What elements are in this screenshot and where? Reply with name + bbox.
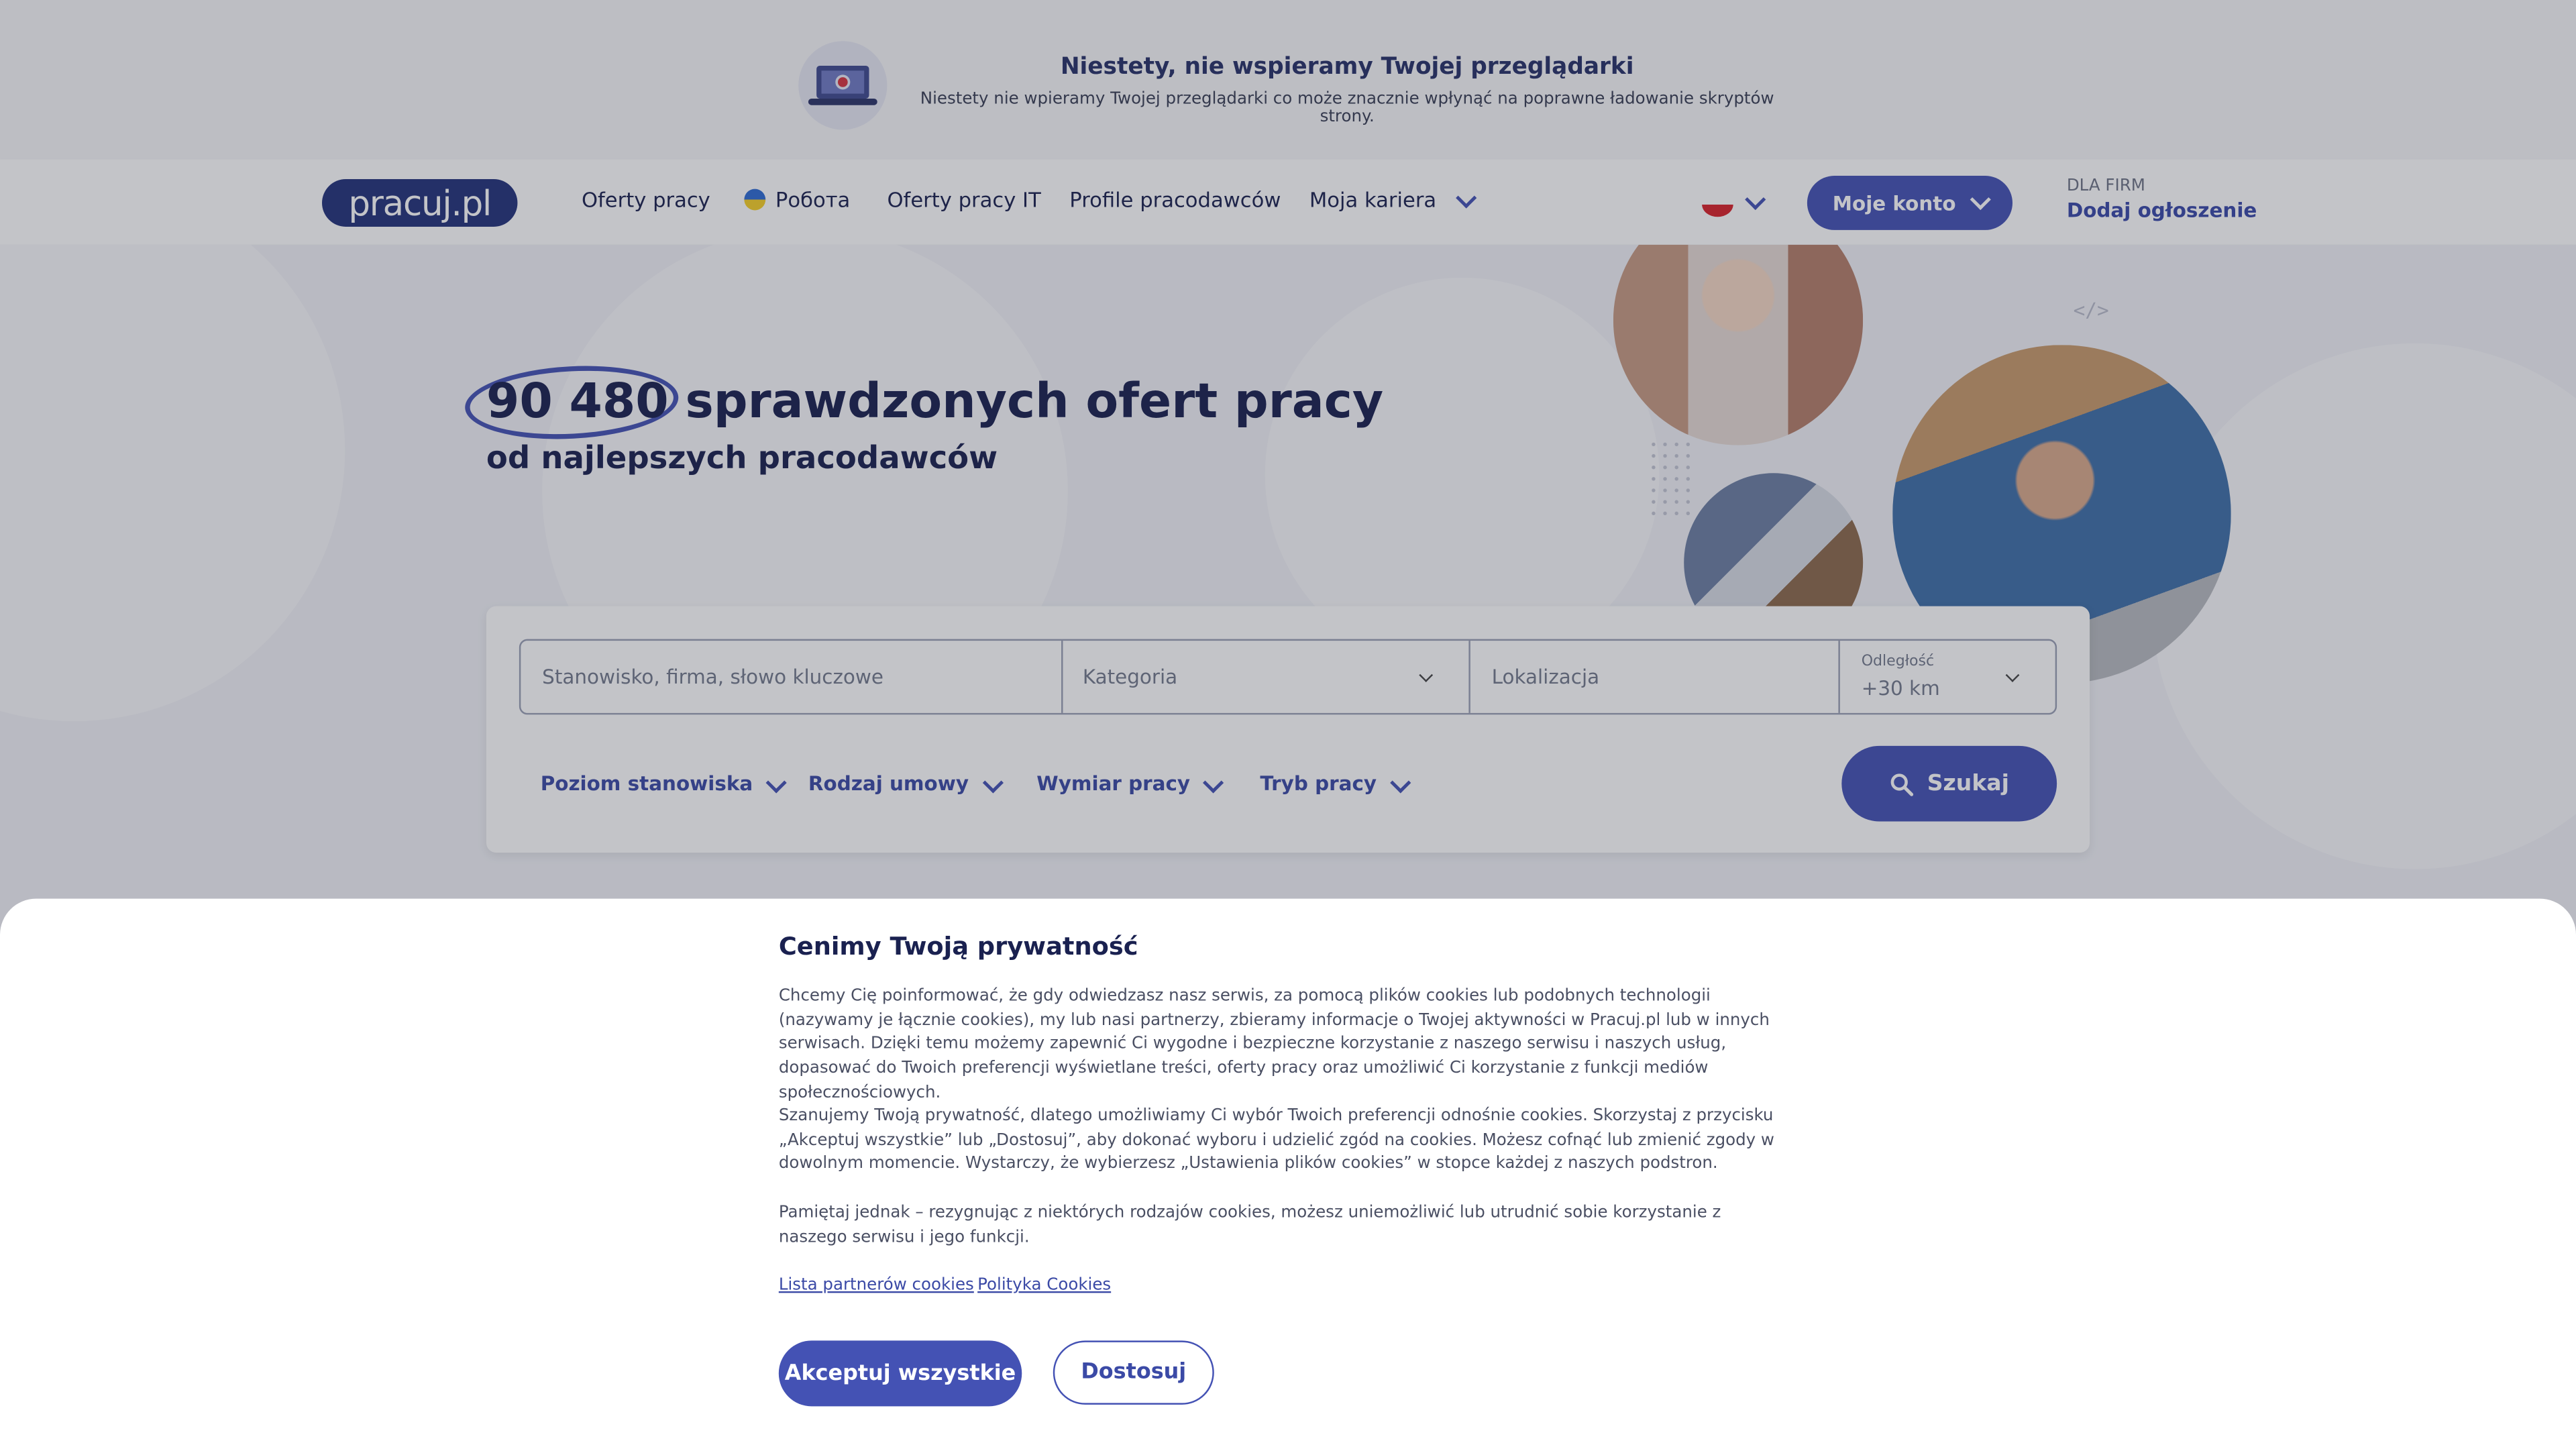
- search-button-label: Szukaj: [1927, 770, 2009, 797]
- filter-label: Tryb pracy: [1260, 772, 1377, 796]
- pracuj-logo[interactable]: pracuj.pl: [322, 178, 518, 227]
- my-account-button[interactable]: Moje konto: [1807, 176, 2013, 230]
- filter-poziom-stanowiska[interactable]: Poziom stanowiska: [540, 772, 788, 796]
- nav-moja-kariera-label: Moja kariera: [1309, 187, 1437, 212]
- filter-tryb-pracy[interactable]: Tryb pracy: [1260, 772, 1411, 796]
- filter-label: Wymiar pracy: [1036, 772, 1191, 796]
- top-navigation: pracuj.pl Oferty pracy Робота Oferty pra…: [0, 159, 2576, 245]
- search-icon: [1890, 773, 1914, 796]
- filter-label: Rodzaj umowy: [808, 772, 969, 796]
- customize-button[interactable]: Dostosuj: [1053, 1340, 1214, 1405]
- chevron-down-icon: [981, 772, 1004, 794]
- accept-all-button[interactable]: Akceptuj wszystkie: [778, 1340, 1022, 1407]
- chevron-down-icon: [766, 772, 788, 794]
- code-symbol-icon: </>: [2073, 299, 2109, 323]
- browser-warning-banner: Niestety, nie wspieramy Twojej przegląda…: [0, 0, 2576, 160]
- cookie-consent-modal: Cenimy Twoją prywatność Chcemy Cię poinf…: [0, 898, 2576, 1449]
- hero-photo-woman: [1613, 244, 1864, 445]
- language-selector-poland-flag-icon[interactable]: [1702, 192, 1733, 217]
- category-select[interactable]: Kategoria: [1083, 641, 1464, 713]
- distance-label: Odległość: [1861, 653, 1935, 671]
- decorative-bubble: [0, 244, 345, 722]
- chevron-down-icon: [1456, 187, 1478, 209]
- nav-robota-label: Робота: [775, 187, 851, 212]
- chevron-down-icon: [1969, 189, 1990, 211]
- distance-chevron-down-icon: [2005, 668, 2020, 682]
- hero-subheadline: od najlepszych pracodawców: [486, 440, 998, 477]
- decorative-bubble: [2152, 343, 2576, 869]
- keyword-input[interactable]: Stanowisko, firma, słowo kluczowe: [542, 641, 1051, 713]
- ukraine-flag-icon: [744, 189, 766, 211]
- hero-headline: 90 480 sprawdzonych ofert pracy: [486, 373, 1383, 429]
- search-fields-group: Stanowisko, firma, słowo kluczowe Katego…: [519, 639, 2057, 715]
- page: Niestety, nie wspieramy Twojej przegląda…: [0, 0, 2576, 1449]
- browser-warning-title: Niestety, nie wspieramy Twojej przegląda…: [1060, 54, 1634, 81]
- cookie-title: Cenimy Twoją prywatność: [778, 931, 1138, 961]
- dot-pattern: [1648, 438, 1694, 518]
- cookie-paragraph-3: Pamiętaj jednak – rezygnując z niektóryc…: [778, 1204, 1721, 1247]
- headline-text: sprawdzonych ofert pracy: [685, 372, 1384, 429]
- cookie-policy-link[interactable]: Polityka Cookies: [977, 1277, 1111, 1295]
- nav-oferty-pracy-it[interactable]: Oferty pracy IT: [887, 187, 1040, 212]
- laptop-warning-icon: [798, 41, 888, 130]
- my-account-label: Moje konto: [1832, 191, 1956, 215]
- offer-count: 90 480: [486, 372, 669, 429]
- language-chevron-down-icon[interactable]: [1745, 189, 1766, 211]
- nav-robota[interactable]: Робота: [744, 187, 850, 212]
- cookie-paragraph-1: Chcemy Cię poinformować, że gdy odwiedza…: [778, 987, 1770, 1102]
- location-input[interactable]: Lokalizacja: [1492, 641, 1837, 713]
- job-search-panel: Stanowisko, firma, słowo kluczowe Katego…: [486, 606, 2090, 853]
- filter-wymiar-pracy[interactable]: Wymiar pracy: [1036, 772, 1225, 796]
- cookie-paragraph-2: Szanujemy Twoją prywatność, dlatego umoż…: [778, 1107, 1774, 1174]
- field-divider: [1838, 641, 1840, 713]
- browser-warning-text: Niestety nie wpieramy Twojej przeglądark…: [920, 90, 1774, 127]
- distance-select[interactable]: +30 km: [1862, 677, 1940, 700]
- nav-oferty-pracy[interactable]: Oferty pracy: [582, 187, 710, 212]
- search-button[interactable]: Szukaj: [1841, 745, 2057, 822]
- nav-profile-pracodawcow[interactable]: Profile pracodawców: [1069, 187, 1281, 212]
- field-divider: [1468, 641, 1470, 713]
- chevron-down-icon: [1389, 772, 1411, 794]
- for-firms-label: DLA FIRM: [2066, 177, 2145, 196]
- nav-moja-kariera[interactable]: Moja kariera: [1309, 187, 1478, 212]
- category-placeholder: Kategoria: [1082, 665, 1178, 689]
- field-divider: [1061, 641, 1063, 713]
- chevron-down-icon: [1203, 772, 1225, 794]
- cookie-partners-link[interactable]: Lista partnerów cookies: [779, 1277, 974, 1295]
- filter-rodzaj-umowy[interactable]: Rodzaj umowy: [808, 772, 1004, 796]
- filter-label: Poziom stanowiska: [540, 772, 753, 796]
- add-job-offer-link[interactable]: Dodaj ogłoszenie: [2067, 199, 2257, 221]
